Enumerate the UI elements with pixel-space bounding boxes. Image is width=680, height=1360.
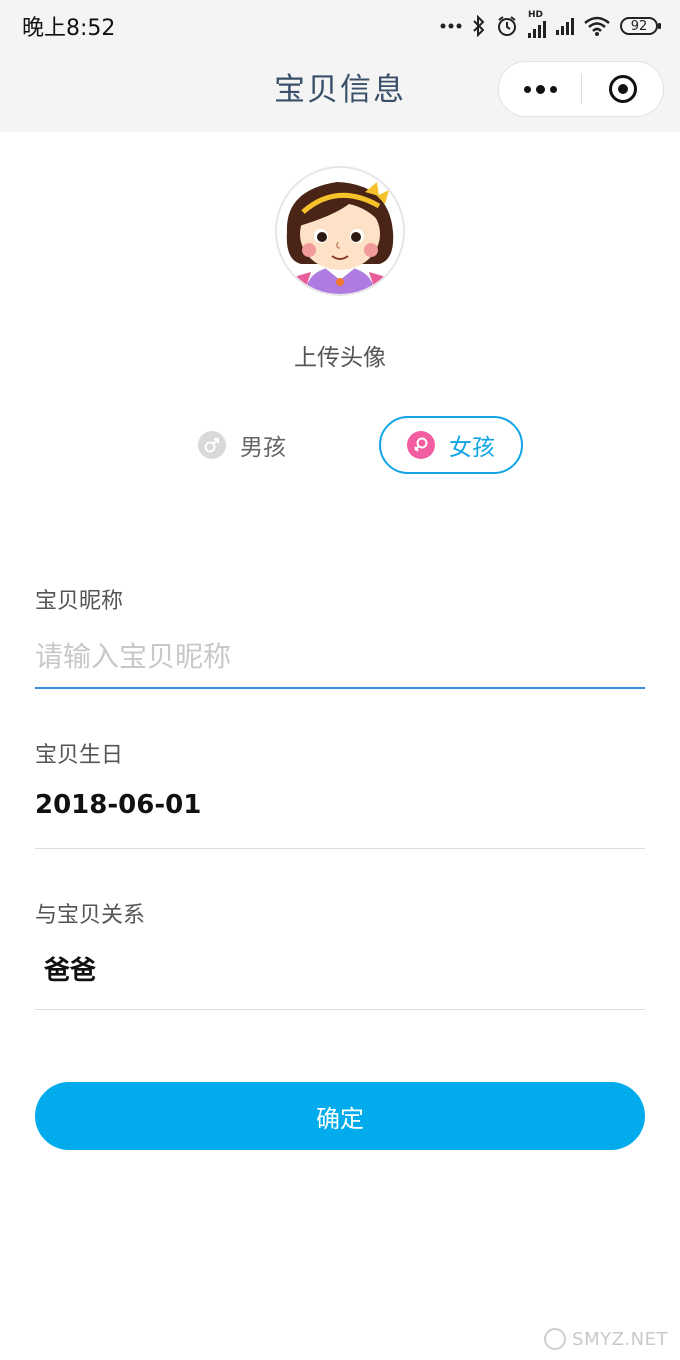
male-icon — [198, 431, 226, 459]
battery-icon: 92 — [620, 17, 661, 35]
close-button[interactable] — [582, 62, 663, 116]
birthday-label: 宝贝生日 — [35, 743, 124, 768]
upload-avatar-label[interactable]: 上传头像 — [0, 338, 680, 372]
girl-avatar-icon — [277, 168, 403, 294]
status-time: 晚上8:52 — [22, 16, 116, 41]
mini-program-capsule — [498, 61, 664, 117]
relation-label: 与宝贝关系 — [35, 903, 146, 928]
hd-label: HD — [528, 10, 544, 20]
relation-underline — [35, 1009, 645, 1010]
bluetooth-icon — [472, 14, 486, 38]
more-dots-icon — [440, 14, 462, 38]
birthday-picker[interactable]: 2018-06-01 — [35, 790, 201, 820]
watermark-text: SMYZ.NET — [572, 1328, 668, 1350]
wifi-icon — [584, 14, 610, 38]
status-bar: 晚上8:52 HD 92 — [0, 0, 680, 52]
gender-boy-label: 男孩 — [240, 435, 286, 461]
female-icon — [407, 431, 435, 459]
nav-bar: 宝贝信息 — [0, 52, 680, 132]
gender-girl-label: 女孩 — [449, 435, 495, 461]
nickname-input[interactable] — [35, 636, 645, 676]
confirm-button[interactable]: 确定 — [35, 1082, 645, 1150]
avatar-upload[interactable] — [275, 166, 405, 296]
battery-level: 92 — [630, 18, 648, 34]
watermark: SMYZ.NET — [544, 1328, 668, 1350]
birthday-underline — [35, 848, 645, 849]
more-dots-button[interactable] — [499, 62, 581, 116]
signal-icon — [556, 14, 574, 38]
nickname-underline — [35, 687, 645, 689]
alarm-icon — [496, 14, 518, 38]
gender-boy-option[interactable]: 男孩 — [172, 416, 312, 474]
status-icons: HD 92 — [440, 10, 661, 38]
gender-girl-option[interactable]: 女孩 — [379, 416, 523, 474]
hd-signal-icon: HD — [528, 10, 546, 38]
watermark-logo-icon — [544, 1328, 567, 1350]
nickname-label: 宝贝昵称 — [35, 589, 124, 614]
target-icon — [608, 75, 637, 103]
relation-picker[interactable]: 爸爸 — [44, 950, 96, 987]
